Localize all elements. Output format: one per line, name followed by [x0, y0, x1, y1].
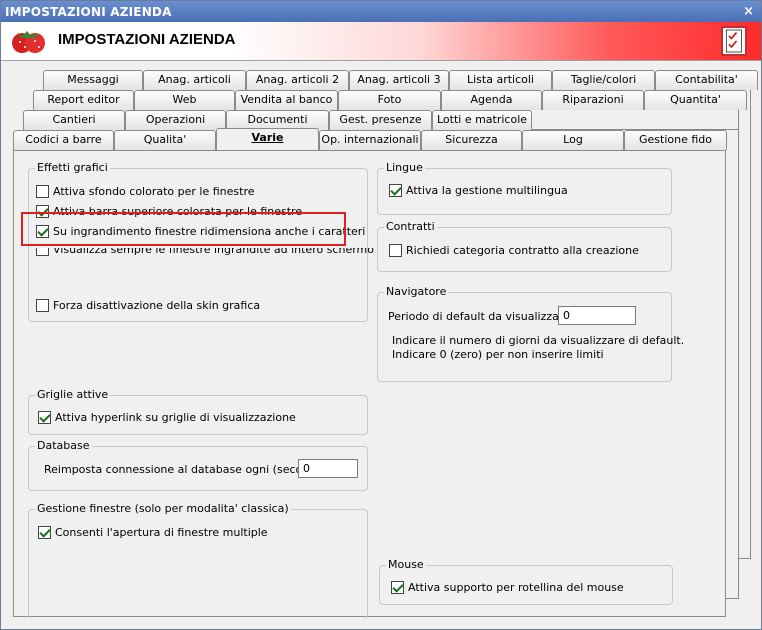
tab-gest-presenze[interactable]: Gest. presenze	[329, 110, 432, 130]
tab-documenti[interactable]: Documenti	[226, 110, 329, 130]
checkbox-box[interactable]	[389, 184, 402, 197]
group-mouse: Mouse Attiva supporto per rotellina del …	[379, 558, 673, 605]
checkbox-label: Consenti l'apertura di finestre multiple	[55, 526, 268, 539]
group-legend: Griglie attive	[35, 388, 111, 401]
checkbox-label: Attiva sfondo colorato per le finestre	[53, 185, 255, 198]
group-gestione-finestre: Gestione finestre (solo per modalita' cl…	[28, 502, 368, 619]
group-contratti: Contratti Richiedi categoria contratto a…	[377, 220, 672, 272]
highlight-box	[21, 212, 346, 246]
checkbox-box[interactable]	[38, 411, 51, 424]
checkbox-label: Richiedi categoria contratto alla creazi…	[406, 244, 639, 257]
tab-riparazioni[interactable]: Riparazioni	[542, 90, 644, 110]
checkbox-label: Attiva hyperlink su griglie di visualizz…	[55, 411, 296, 424]
tab-foto[interactable]: Foto	[338, 90, 441, 110]
checkbox-sfondo-colorato[interactable]: Attiva sfondo colorato per le finestre	[36, 185, 255, 198]
tab-op-internazionali[interactable]: Op. internazionali	[319, 130, 421, 150]
tab-cantieri[interactable]: Cantieri	[23, 110, 125, 130]
group-legend: Gestione finestre (solo per modalita' cl…	[35, 502, 291, 515]
navigatore-period-input[interactable]: 0	[558, 306, 636, 325]
navigatore-hint-1: Indicare il numero di giorni da visualiz…	[392, 334, 685, 347]
checkbox-box[interactable]	[36, 299, 49, 312]
checkbox-label: Forza disattivazione della skin grafica	[53, 299, 261, 312]
checkbox-rotellina-mouse[interactable]: Attiva supporto per rotellina del mouse	[391, 581, 624, 594]
group-navigatore: Navigatore Periodo di default da visuali…	[377, 285, 684, 382]
checkbox-categoria-contratto[interactable]: Richiedi categoria contratto alla creazi…	[389, 244, 639, 257]
checkbox-hyperlink-griglie[interactable]: Attiva hyperlink su griglie di visualizz…	[38, 411, 296, 424]
window-title: IMPOSTAZIONI AZIENDA	[5, 5, 172, 19]
tab-contabilita[interactable]: Contabilita'	[655, 70, 758, 90]
group-legend: Mouse	[386, 558, 426, 571]
tab-codici-a-barre[interactable]: Codici a barre	[13, 130, 114, 150]
tab-gestione-fido[interactable]: Gestione fido	[624, 130, 727, 150]
group-legend: Contratti	[384, 220, 437, 233]
checkbox-multilingua[interactable]: Attiva la gestione multilingua	[389, 184, 568, 197]
checkbox-label: Attiva la gestione multilingua	[406, 184, 568, 197]
checklist-icon	[721, 26, 747, 56]
title-bar: IMPOSTAZIONI AZIENDA ×	[1, 1, 761, 22]
tab-qualita[interactable]: Qualita'	[114, 130, 216, 150]
tab-quantita[interactable]: Quantita'	[644, 90, 747, 110]
tab-lista-articoli[interactable]: Lista articoli	[449, 70, 552, 90]
checkbox-finestre-multiple[interactable]: Consenti l'apertura di finestre multiple	[38, 526, 268, 539]
checkbox-box[interactable]	[389, 244, 402, 257]
checkbox-box[interactable]	[38, 526, 51, 539]
group-legend: Database	[35, 439, 92, 452]
tab-varie[interactable]: Varie	[216, 128, 319, 150]
tab-report-editor[interactable]: Report editor	[33, 90, 134, 110]
tab-anag-articoli-2[interactable]: Anag. articoli 2	[246, 70, 349, 90]
banner-title: IMPOSTAZIONI AZIENDA	[58, 31, 236, 48]
settings-window: IMPOSTAZIONI AZIENDA × IMPOSTAZIONI AZIE…	[0, 0, 762, 630]
navigatore-label: Periodo di default da visualizzare :	[388, 310, 578, 323]
tab-log[interactable]: Log	[522, 130, 624, 150]
database-label: Reimposta connessione al database ogni (…	[44, 463, 331, 476]
group-database: Database Reimposta connessione al databa…	[28, 439, 368, 491]
tab-sicurezza[interactable]: Sicurezza	[421, 130, 522, 150]
header-banner: IMPOSTAZIONI AZIENDA	[1, 22, 761, 61]
tab-vendita-al-banco[interactable]: Vendita al banco	[235, 90, 338, 110]
tab-taglie-colori[interactable]: Taglie/colori	[552, 70, 655, 90]
checkbox-box[interactable]	[391, 581, 404, 594]
navigatore-hint-2: Indicare 0 (zero) per non inserire limit…	[392, 348, 604, 361]
checkbox-label: Attiva supporto per rotellina del mouse	[408, 581, 624, 594]
database-seconds-input[interactable]: 0	[298, 459, 358, 478]
tab-messaggi[interactable]: Messaggi	[43, 70, 143, 90]
group-legend: Navigatore	[384, 285, 449, 298]
close-icon[interactable]: ×	[743, 4, 754, 19]
tab-lotti-e-matricole[interactable]: Lotti e matricole	[432, 110, 532, 130]
checkbox-disattivazione-skin[interactable]: Forza disattivazione della skin grafica	[36, 299, 260, 312]
group-griglie-attive: Griglie attive Attiva hyperlink su grigl…	[28, 388, 368, 435]
group-legend: Effetti grafici	[35, 161, 110, 174]
group-legend: Lingue	[384, 161, 425, 174]
group-lingue: Lingue Attiva la gestione multilingua	[377, 161, 672, 215]
strawberry-icon	[12, 31, 45, 53]
tab-operazioni[interactable]: Operazioni	[125, 110, 226, 130]
checkbox-box[interactable]	[36, 185, 49, 198]
tab-anag-articoli[interactable]: Anag. articoli	[143, 70, 246, 90]
tab-anag-articoli-3[interactable]: Anag. articoli 3	[349, 70, 449, 90]
tab-agenda[interactable]: Agenda	[441, 90, 542, 110]
tab-web[interactable]: Web	[134, 90, 235, 110]
